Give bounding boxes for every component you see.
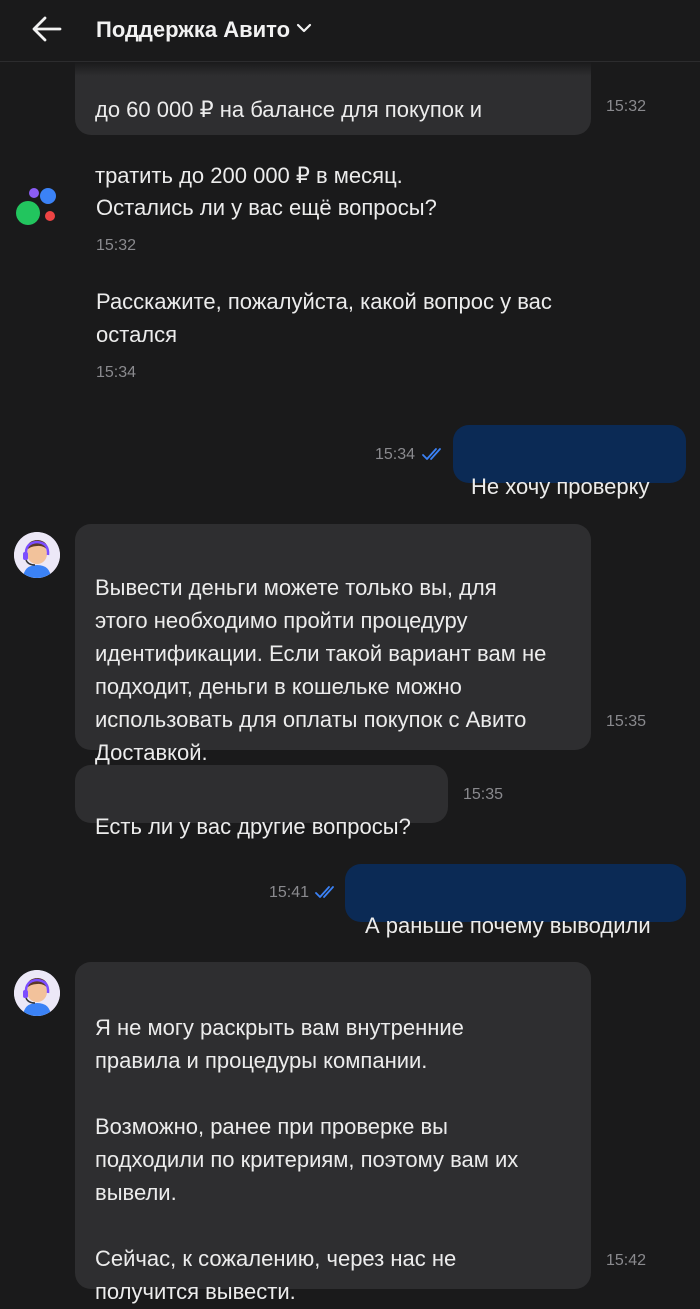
message-time: 15:41	[269, 884, 310, 901]
support-agent-avatar	[14, 532, 60, 578]
message-bubble-outgoing: А раньше почему выводили	[345, 864, 686, 938]
header-shadow	[0, 62, 700, 76]
back-button[interactable]	[22, 12, 72, 50]
double-check-icon	[421, 446, 447, 467]
message-text: Я не могу раскрыть вам внутренние правил…	[95, 1015, 519, 1304]
message-text: Вывести деньги можете только вы, для это…	[95, 575, 547, 765]
chat-title-dropdown[interactable]: Поддержка Авито	[96, 12, 312, 48]
arrow-left-icon	[32, 16, 62, 47]
message-text: Не хочу проверку	[471, 474, 650, 499]
chevron-down-icon	[296, 21, 312, 39]
chat-screen: до 60 000 ₽ на балансе для покупок и тра…	[0, 0, 700, 1309]
message-bubble-incoming: Вывести деньги можете только вы, для это…	[75, 524, 591, 765]
message-time: 15:34	[96, 364, 137, 381]
double-check-icon	[314, 884, 340, 905]
page-title: Поддержка Авито	[96, 17, 291, 42]
chat-header: Поддержка Авито	[0, 0, 700, 62]
message-time: 15:34	[375, 446, 416, 463]
message-bubble-incoming: Я не могу раскрыть вам внутренние правил…	[75, 962, 591, 1304]
message-bubble-outgoing: Не хочу проверку	[453, 425, 686, 499]
message-bubble-incoming: Есть ли у вас другие вопросы?	[75, 765, 448, 839]
avito-logo-icon	[14, 186, 60, 232]
message-time: 15:32	[96, 237, 137, 254]
message-list[interactable]: до 60 000 ₽ на балансе для покупок и тра…	[0, 0, 700, 1309]
message-time: 15:35	[463, 786, 504, 803]
message-text: Есть ли у вас другие вопросы?	[95, 814, 411, 839]
message-text: А раньше почему выводили	[365, 913, 651, 938]
message-time: 15:35	[606, 713, 647, 730]
support-agent-avatar	[14, 970, 60, 1016]
message-time: 15:42	[606, 1252, 647, 1269]
message-text: до 60 000 ₽ на балансе для покупок и	[95, 97, 482, 122]
message-time: 15:32	[606, 98, 647, 115]
message-text: Расскажите, пожалуйста, какой вопрос у в…	[96, 289, 552, 347]
message-text: Остались ли у вас ещё вопросы?	[96, 195, 437, 220]
message-text: тратить до 200 000 ₽ в месяц.	[95, 163, 403, 188]
